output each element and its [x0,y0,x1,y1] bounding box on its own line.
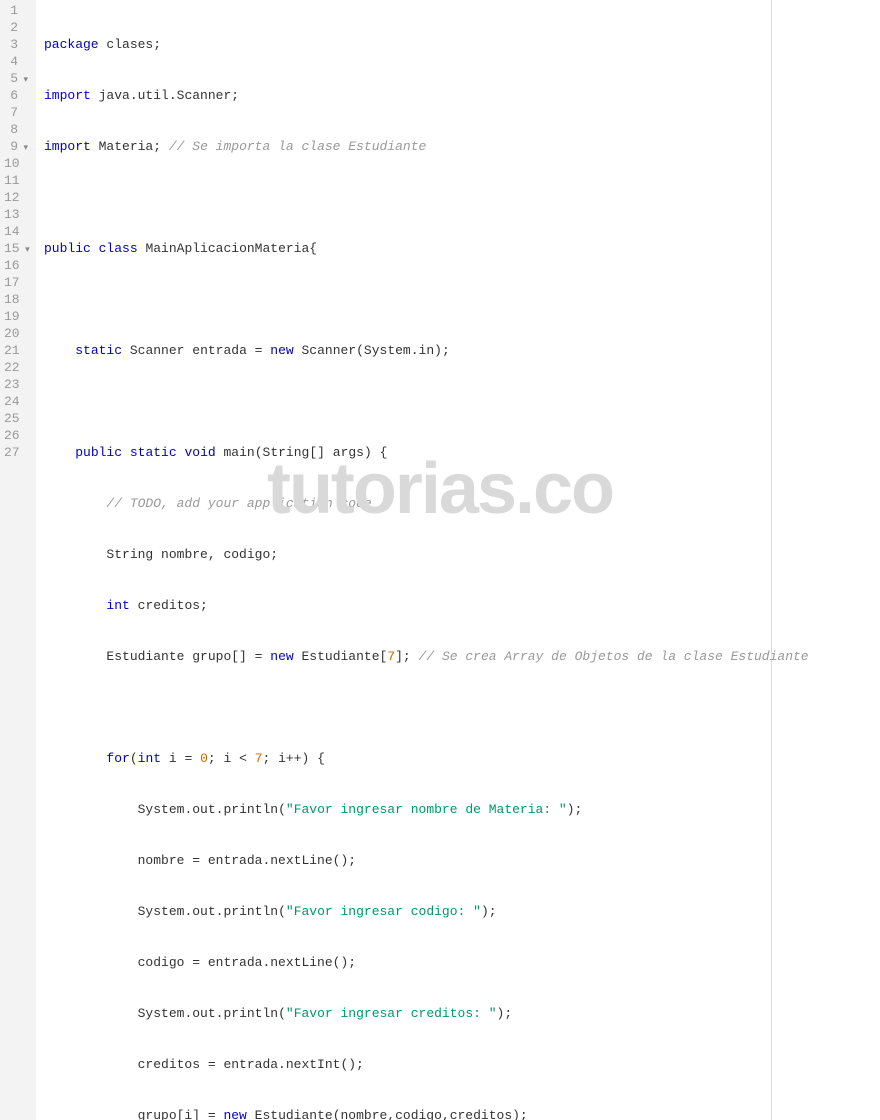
code-line[interactable]: import java.util.Scanner; [44,87,809,104]
code-line[interactable]: public static void main(String[] args) { [44,444,809,461]
line-number: 15▾ [4,240,28,257]
code-line[interactable]: package clases; [44,36,809,53]
code-line[interactable] [44,291,809,308]
line-number: 1 [4,2,28,19]
code-editor[interactable]: 1 2 3 4 5▾ 6 7 8 9▾ 10 11 12 13 14 15▾ 1… [0,0,772,1120]
code-line[interactable]: System.out.println("Favor ingresar credi… [44,1005,809,1022]
line-number: 21 [4,342,28,359]
line-number: 16 [4,257,28,274]
code-line[interactable]: // TODO, add your application code [44,495,809,512]
code-line[interactable]: System.out.println("Favor ingresar codig… [44,903,809,920]
code-content[interactable]: package clases; import java.util.Scanner… [36,0,809,1120]
code-line[interactable]: public class MainAplicacionMateria{ [44,240,809,257]
line-number: 3 [4,36,28,53]
code-line[interactable]: for(int i = 0; i < 7; i++) { [44,750,809,767]
code-line[interactable]: Estudiante grupo[] = new Estudiante[7]; … [44,648,809,665]
line-number: 14 [4,223,28,240]
line-number: 17 [4,274,28,291]
line-number: 24 [4,393,28,410]
line-number: 13 [4,206,28,223]
line-number: 23 [4,376,28,393]
code-line[interactable] [44,699,809,716]
line-number: 2 [4,19,28,36]
code-line[interactable]: grupo[i] = new Estudiante(nombre,codigo,… [44,1107,809,1120]
line-number: 12 [4,189,28,206]
line-number-gutter: 1 2 3 4 5▾ 6 7 8 9▾ 10 11 12 13 14 15▾ 1… [0,0,36,1120]
line-number: 5▾ [4,70,28,87]
line-number: 6 [4,87,28,104]
code-line[interactable]: System.out.println("Favor ingresar nombr… [44,801,809,818]
line-number: 20 [4,325,28,342]
code-line[interactable] [44,189,809,206]
line-number: 7 [4,104,28,121]
code-line[interactable]: nombre = entrada.nextLine(); [44,852,809,869]
code-line[interactable]: int creditos; [44,597,809,614]
code-line[interactable]: static Scanner entrada = new Scanner(Sys… [44,342,809,359]
line-number: 8 [4,121,28,138]
line-number: 26 [4,427,28,444]
code-line[interactable]: creditos = entrada.nextInt(); [44,1056,809,1073]
line-number: 22 [4,359,28,376]
code-line[interactable] [44,393,809,410]
line-number: 9▾ [4,138,28,155]
code-line[interactable]: codigo = entrada.nextLine(); [44,954,809,971]
line-number: 25 [4,410,28,427]
line-number: 27 [4,444,28,461]
code-line[interactable]: String nombre, codigo; [44,546,809,563]
line-number: 10 [4,155,28,172]
line-number: 4 [4,53,28,70]
line-number: 18 [4,291,28,308]
line-number: 11 [4,172,28,189]
code-line[interactable]: import Materia; // Se importa la clase E… [44,138,809,155]
line-number: 19 [4,308,28,325]
